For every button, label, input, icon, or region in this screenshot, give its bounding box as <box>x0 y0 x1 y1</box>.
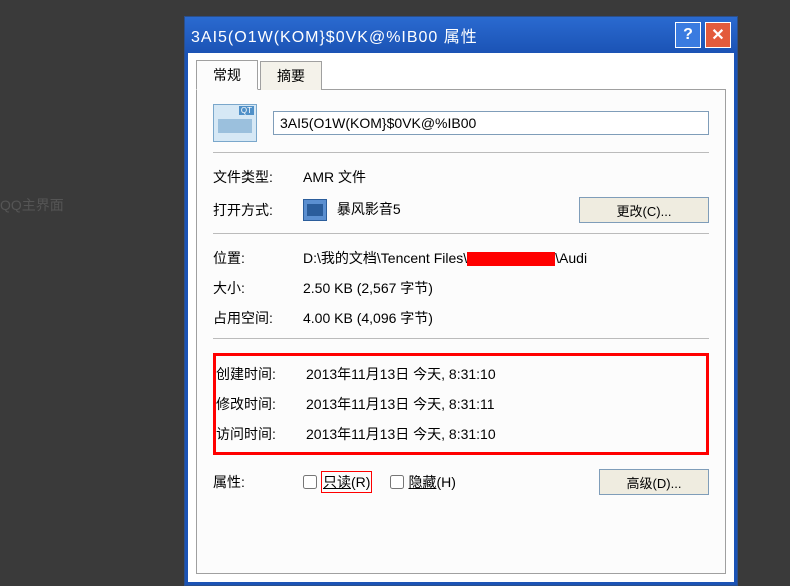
hidden-checkbox[interactable]: 隐藏(H) <box>390 472 455 492</box>
location-label: 位置: <box>213 248 303 268</box>
disk-label: 占用空间: <box>213 308 303 328</box>
size-value: 2.50 KB (2,567 字节) <box>303 278 709 298</box>
readonly-key: (R) <box>351 474 370 490</box>
accessed-value: 2013年11月13日 今天, 8:31:10 <box>306 424 706 444</box>
filetype-label: 文件类型: <box>213 167 303 187</box>
filetype-value: AMR 文件 <box>303 167 709 187</box>
help-button[interactable]: ? <box>675 22 701 48</box>
tab-summary[interactable]: 摘要 <box>260 61 322 90</box>
openwith-value: 暴风影音5 <box>303 199 579 221</box>
redacted-segment <box>467 252 555 266</box>
attributes-label: 属性: <box>213 472 303 492</box>
background-label: QQ主界面 <box>0 195 64 215</box>
hidden-check-input[interactable] <box>390 475 404 489</box>
general-panel: 文件类型: AMR 文件 打开方式: 暴风影音5 更改(C)... 位置: D:… <box>196 89 726 574</box>
close-button[interactable]: ✕ <box>705 22 731 48</box>
app-icon <box>303 199 327 221</box>
hidden-key: (H) <box>436 474 455 490</box>
divider <box>213 152 709 153</box>
client-area: 常规 摘要 文件类型: AMR 文件 打开方式: 暴风影音5 更改(C)... <box>185 53 737 585</box>
divider <box>213 233 709 234</box>
accessed-label: 访问时间: <box>216 424 306 444</box>
divider <box>213 338 709 339</box>
openwith-label: 打开方式: <box>213 200 303 220</box>
readonly-text: 只读 <box>323 474 351 490</box>
created-value: 2013年11月13日 今天, 8:31:10 <box>306 364 706 384</box>
properties-window: 3AI5(O1W(KOM}$0VK@%IB00 属性 ? ✕ 常规 摘要 文件类… <box>184 16 738 586</box>
disk-value: 4.00 KB (4,096 字节) <box>303 308 709 328</box>
change-button[interactable]: 更改(C)... <box>579 197 709 223</box>
location-suffix: \Audi <box>555 250 587 266</box>
location-value: D:\我的文档\Tencent Files\ \Audi <box>303 248 709 268</box>
modified-value: 2013年11月13日 今天, 8:31:11 <box>306 394 706 414</box>
hidden-text: 隐藏 <box>408 474 436 490</box>
tab-strip: 常规 摘要 <box>196 61 726 89</box>
dates-highlight: 创建时间: 2013年11月13日 今天, 8:31:10 修改时间: 2013… <box>213 353 709 455</box>
size-label: 大小: <box>213 278 303 298</box>
window-title: 3AI5(O1W(KOM}$0VK@%IB00 属性 <box>191 23 671 47</box>
openwith-app-name: 暴风影音5 <box>337 201 401 217</box>
modified-label: 修改时间: <box>216 394 306 414</box>
readonly-check-input[interactable] <box>303 475 317 489</box>
location-prefix: D:\我的文档\Tencent Files\ <box>303 250 467 266</box>
advanced-button[interactable]: 高级(D)... <box>599 469 709 495</box>
file-type-icon <box>213 104 257 142</box>
filename-input[interactable] <box>273 111 709 135</box>
filename-row <box>213 104 709 142</box>
titlebar[interactable]: 3AI5(O1W(KOM}$0VK@%IB00 属性 ? ✕ <box>185 17 737 53</box>
tab-general[interactable]: 常规 <box>196 60 258 90</box>
readonly-checkbox[interactable]: 只读(R) <box>303 471 372 493</box>
created-label: 创建时间: <box>216 364 306 384</box>
